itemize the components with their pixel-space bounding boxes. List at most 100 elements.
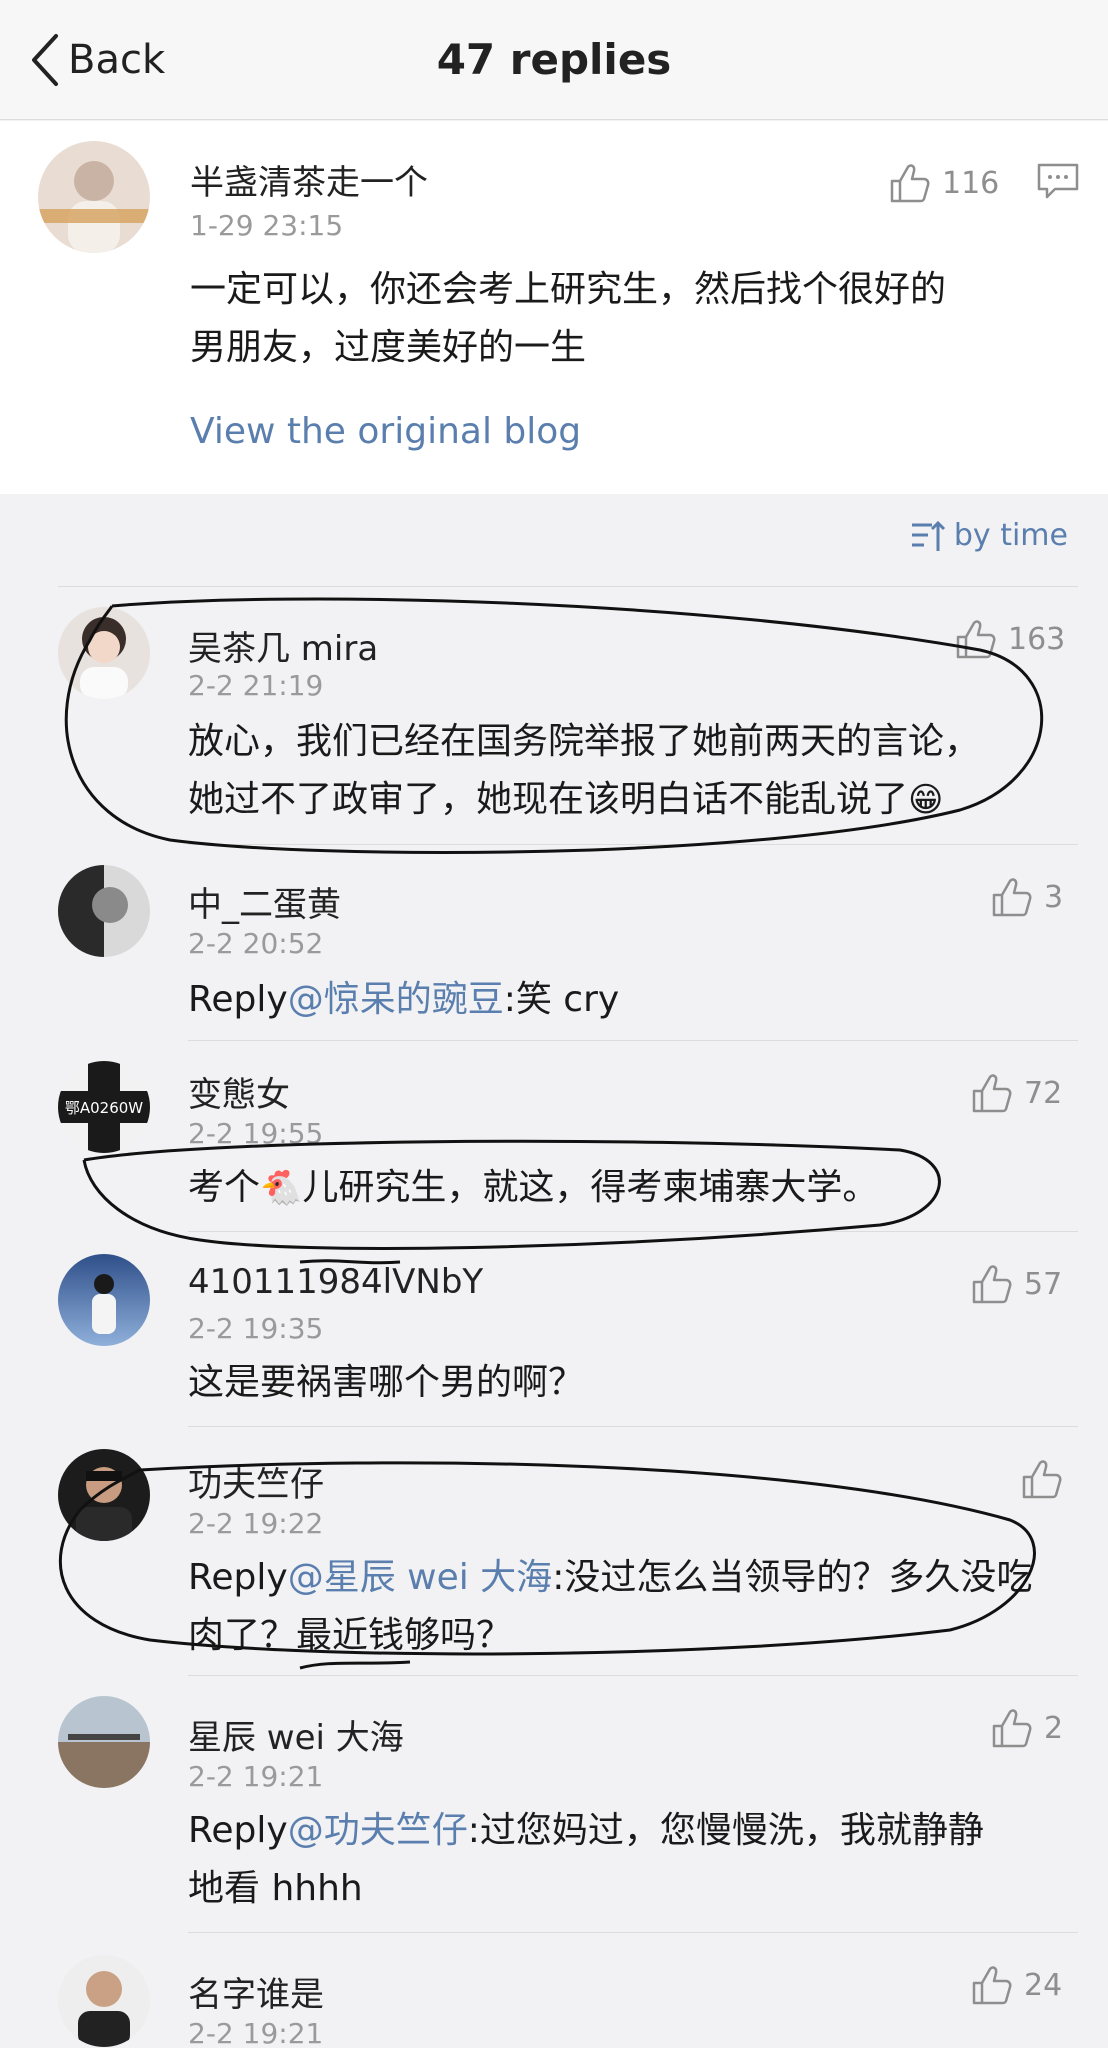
- like-button[interactable]: 72: [970, 1071, 1062, 1115]
- view-original-link[interactable]: View the original blog: [190, 411, 581, 452]
- like-count: 163: [1008, 621, 1066, 657]
- list-item: 中_二蛋黄 2-2 20:52 3 Reply@惊呆的豌豆:笑 cry: [0, 845, 1108, 1040]
- list-item: 鄂A0260W 变態女 2-2 19:55 72 考个🐔儿研究生，就这，得考柬埔…: [0, 1041, 1108, 1231]
- mention-link[interactable]: @惊呆的豌豆: [288, 979, 504, 1020]
- timestamp: 2-2 19:55: [188, 1117, 324, 1150]
- thumbs-up-icon: [992, 878, 1032, 917]
- comment-text: Reply@惊呆的豌豆:笑 cry: [188, 971, 1068, 1029]
- list-item: 名字谁是 2-2 19:21 24: [0, 1933, 1108, 2048]
- mention-link[interactable]: @功夫竺仔: [288, 1810, 468, 1851]
- like-count: 24: [1024, 1967, 1063, 2003]
- author-name[interactable]: 半盏清茶走一个: [190, 155, 428, 204]
- timestamp: 2-2 20:52: [188, 927, 324, 960]
- like-count: 72: [1024, 1075, 1063, 1111]
- timestamp: 2-2 19:21: [188, 2017, 324, 2048]
- comment-line: 地看 hhhh: [188, 1868, 363, 1909]
- comment-text: 这是要祸害哪个男的啊？: [188, 1354, 1068, 1412]
- author-name[interactable]: 星辰 wei 大海: [188, 1710, 404, 1759]
- comment-text: Reply@功夫竺仔:过您妈过，您慢慢洗，我就静静 地看 hhhh: [188, 1802, 1068, 1918]
- thumbs-up-icon: [972, 1074, 1012, 1113]
- thumbs-up-icon: [992, 1709, 1032, 1748]
- comment-line: 男朋友，过度美好的一生: [190, 327, 587, 368]
- timestamp: 1-29 23:15: [190, 209, 344, 242]
- page-title: 47 replies: [436, 35, 672, 84]
- reply-prefix: Reply: [188, 979, 288, 1020]
- comment-line: 肉了？最近钱够吗？: [188, 1615, 513, 1656]
- author-name[interactable]: 功夫竺仔: [188, 1457, 324, 1506]
- like-button[interactable]: 3: [990, 875, 1063, 919]
- avatar-label: 鄂A0260W: [65, 1099, 143, 1117]
- chicken-emoji: 🐔: [260, 1168, 303, 1208]
- list-item: 吴茶几 mira 2-2 21:19 163 放心，我们已经在国务院举报了她前两…: [0, 587, 1108, 844]
- sort-label: by time: [953, 518, 1068, 553]
- thumbs-up-icon: [1022, 1460, 1062, 1499]
- like-button[interactable]: 57: [970, 1262, 1062, 1306]
- timestamp: 2-2 19:21: [188, 1760, 324, 1793]
- comment-line-text: 这是要祸害哪个男的啊？: [188, 1362, 585, 1403]
- avatar-image: 鄂A0260W: [58, 1061, 150, 1153]
- like-button[interactable]: 163: [954, 617, 1065, 661]
- sort-icon: [911, 520, 945, 551]
- comment-text: 一定可以，你还会考上研究生，然后找个很好的 男朋友，过度美好的一生: [190, 261, 1070, 377]
- mention-link[interactable]: @星辰 wei 大海: [288, 1557, 552, 1598]
- like-button[interactable]: 24: [970, 1963, 1062, 2007]
- avatar-image: [38, 141, 150, 253]
- avatar[interactable]: [58, 1955, 150, 2047]
- list-item: 星辰 wei 大海 2-2 19:21 2 Reply@功夫竺仔:过您妈过，您慢…: [0, 1676, 1108, 1932]
- thumbs-up-icon: [890, 164, 930, 203]
- author-name[interactable]: 吴茶几 mira: [188, 621, 378, 670]
- main-comment: 半盏清茶走一个 1-29 23:15 116 一定可以，你还会考上研究生，然后找…: [0, 121, 1108, 494]
- like-count: 3: [1044, 879, 1064, 915]
- avatar[interactable]: 鄂A0260W: [58, 1061, 150, 1153]
- comment-text: 放心，我们已经在国务院举报了她前两天的言论， 她过不了政审了，她现在该明白话不能…: [188, 713, 1068, 829]
- comment-line: 放心，我们已经在国务院举报了她前两天的言论，: [188, 721, 981, 762]
- avatar[interactable]: [58, 1449, 150, 1541]
- avatar-image: [58, 607, 150, 699]
- comment-line-text: :过您妈过，您慢慢洗，我就静静: [467, 1810, 984, 1851]
- timestamp: 2-2 19:35: [188, 1312, 324, 1345]
- comment-line: Reply@星辰 wei 大海:没过怎么当领导的？多久没吃: [188, 1549, 1068, 1607]
- list-item: 410111984lVNbY 2-2 19:35 57 这是要祸害哪个男的啊？: [0, 1232, 1108, 1426]
- comment-line-text: :笑 cry: [503, 979, 620, 1020]
- thumbs-up-icon: [972, 1966, 1012, 2005]
- comment-line: Reply@功夫竺仔:过您妈过，您慢慢洗，我就静静: [188, 1802, 1068, 1860]
- reply-prefix: Reply: [188, 1557, 288, 1598]
- comment-line-text: 儿研究生，就这，得考柬埔寨大学。: [302, 1167, 879, 1208]
- avatar[interactable]: [58, 607, 150, 699]
- timestamp: 2-2 21:19: [188, 669, 324, 702]
- like-count: 116: [942, 165, 1000, 201]
- avatar[interactable]: [58, 865, 150, 957]
- like-button[interactable]: 2: [990, 1706, 1063, 1750]
- avatar-image: [58, 865, 150, 957]
- avatar-image: [58, 1696, 150, 1788]
- like-count: 2: [1044, 1710, 1064, 1746]
- timestamp: 2-2 19:22: [188, 1507, 324, 1540]
- reply-prefix: Reply: [188, 1810, 288, 1851]
- sort-toggle[interactable]: by time: [910, 518, 1068, 553]
- comment-line: 一定可以，你还会考上研究生，然后找个很好的: [190, 269, 947, 310]
- list-item: 功夫竺仔 2-2 19:22 Reply@星辰 wei 大海:没过怎么当领导的？…: [0, 1427, 1108, 1675]
- comment-icon[interactable]: [1036, 161, 1080, 201]
- author-name[interactable]: 变態女: [188, 1067, 290, 1116]
- comment-line-text: 考个: [188, 1167, 261, 1208]
- nav-bar: Back 47 replies: [0, 0, 1108, 120]
- avatar[interactable]: [58, 1696, 150, 1788]
- avatar[interactable]: [58, 1254, 150, 1346]
- grin-emoji: 😁: [908, 780, 944, 820]
- comment-text: 考个🐔儿研究生，就这，得考柬埔寨大学。: [188, 1159, 1068, 1217]
- comment-text: Reply@星辰 wei 大海:没过怎么当领导的？多久没吃 肉了？最近钱够吗？: [188, 1549, 1068, 1665]
- thumbs-up-icon: [972, 1265, 1012, 1304]
- thumbs-up-icon: [956, 620, 996, 659]
- comment-line-text: 她过不了政审了，她现在该明白话不能乱说了: [188, 779, 909, 820]
- author-name[interactable]: 410111984lVNbY: [188, 1262, 483, 1302]
- avatar-image: [58, 1449, 150, 1541]
- like-button[interactable]: [1020, 1457, 1074, 1501]
- like-count: 57: [1024, 1266, 1063, 1302]
- like-button[interactable]: 116: [888, 161, 999, 205]
- author-name[interactable]: 名字谁是: [188, 1967, 324, 2016]
- comment-line-text: :没过怎么当领导的？多久没吃: [552, 1557, 1033, 1598]
- avatar-image: [58, 1955, 150, 2047]
- avatar[interactable]: [38, 141, 150, 253]
- author-name[interactable]: 中_二蛋黄: [188, 877, 341, 926]
- comment-line: 她过不了政审了，她现在该明白话不能乱说了😁: [188, 771, 1068, 829]
